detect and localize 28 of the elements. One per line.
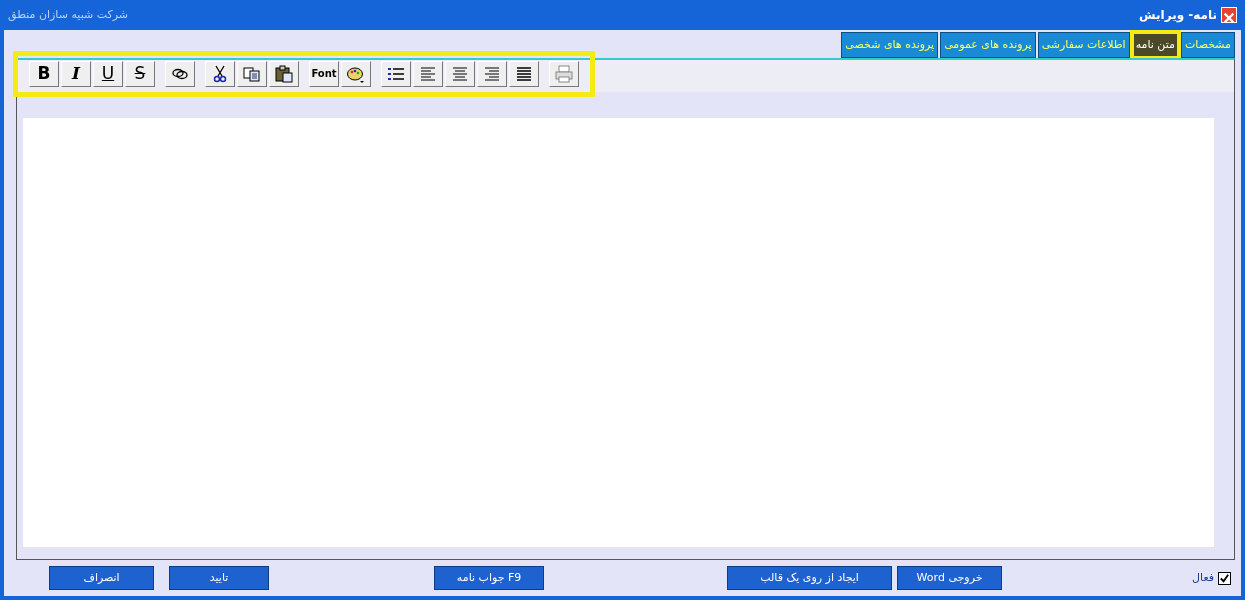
close-icon[interactable]	[1221, 7, 1237, 23]
action-button[interactable]: F9 جواب نامه	[434, 566, 545, 590]
checkbox-label: فعال	[1192, 569, 1214, 586]
window-title: نامه- ویرایش	[1139, 7, 1217, 24]
action-button[interactable]: خروجی Word	[897, 566, 1003, 590]
toolbar-button[interactable]	[509, 60, 539, 87]
tab[interactable]: مشخصات	[1180, 32, 1235, 58]
tab[interactable]: اطلاعات سفارشی	[1037, 32, 1130, 58]
format-button[interactable]: U	[93, 60, 123, 87]
format-button[interactable]: I	[61, 60, 91, 87]
action-button[interactable]: ایجاد از روی یک قالب	[727, 566, 893, 590]
format-button[interactable]: S	[125, 60, 155, 87]
checkbox[interactable]	[1218, 571, 1231, 585]
printer-icon	[554, 63, 574, 84]
format-button[interactable]: Font	[309, 60, 339, 87]
action-button[interactable]: تایید	[169, 566, 270, 590]
toolbar-button[interactable]	[165, 60, 195, 87]
toolbar-button[interactable]	[205, 60, 235, 87]
toolbar-button[interactable]	[341, 60, 371, 87]
tab[interactable]: پرونده های عمومی	[940, 32, 1036, 58]
company-name: شرکت شبیه سازان منطق	[8, 6, 128, 23]
tab[interactable]: پرونده های شخصی	[841, 32, 939, 58]
paste-icon	[274, 63, 294, 84]
format-button[interactable]: B	[29, 60, 59, 87]
action-button[interactable]: انصراف	[49, 566, 155, 590]
tab[interactable]: متن نامه	[1131, 32, 1179, 58]
toolbar-button[interactable]	[269, 60, 299, 87]
toolbar-button[interactable]	[381, 60, 411, 87]
